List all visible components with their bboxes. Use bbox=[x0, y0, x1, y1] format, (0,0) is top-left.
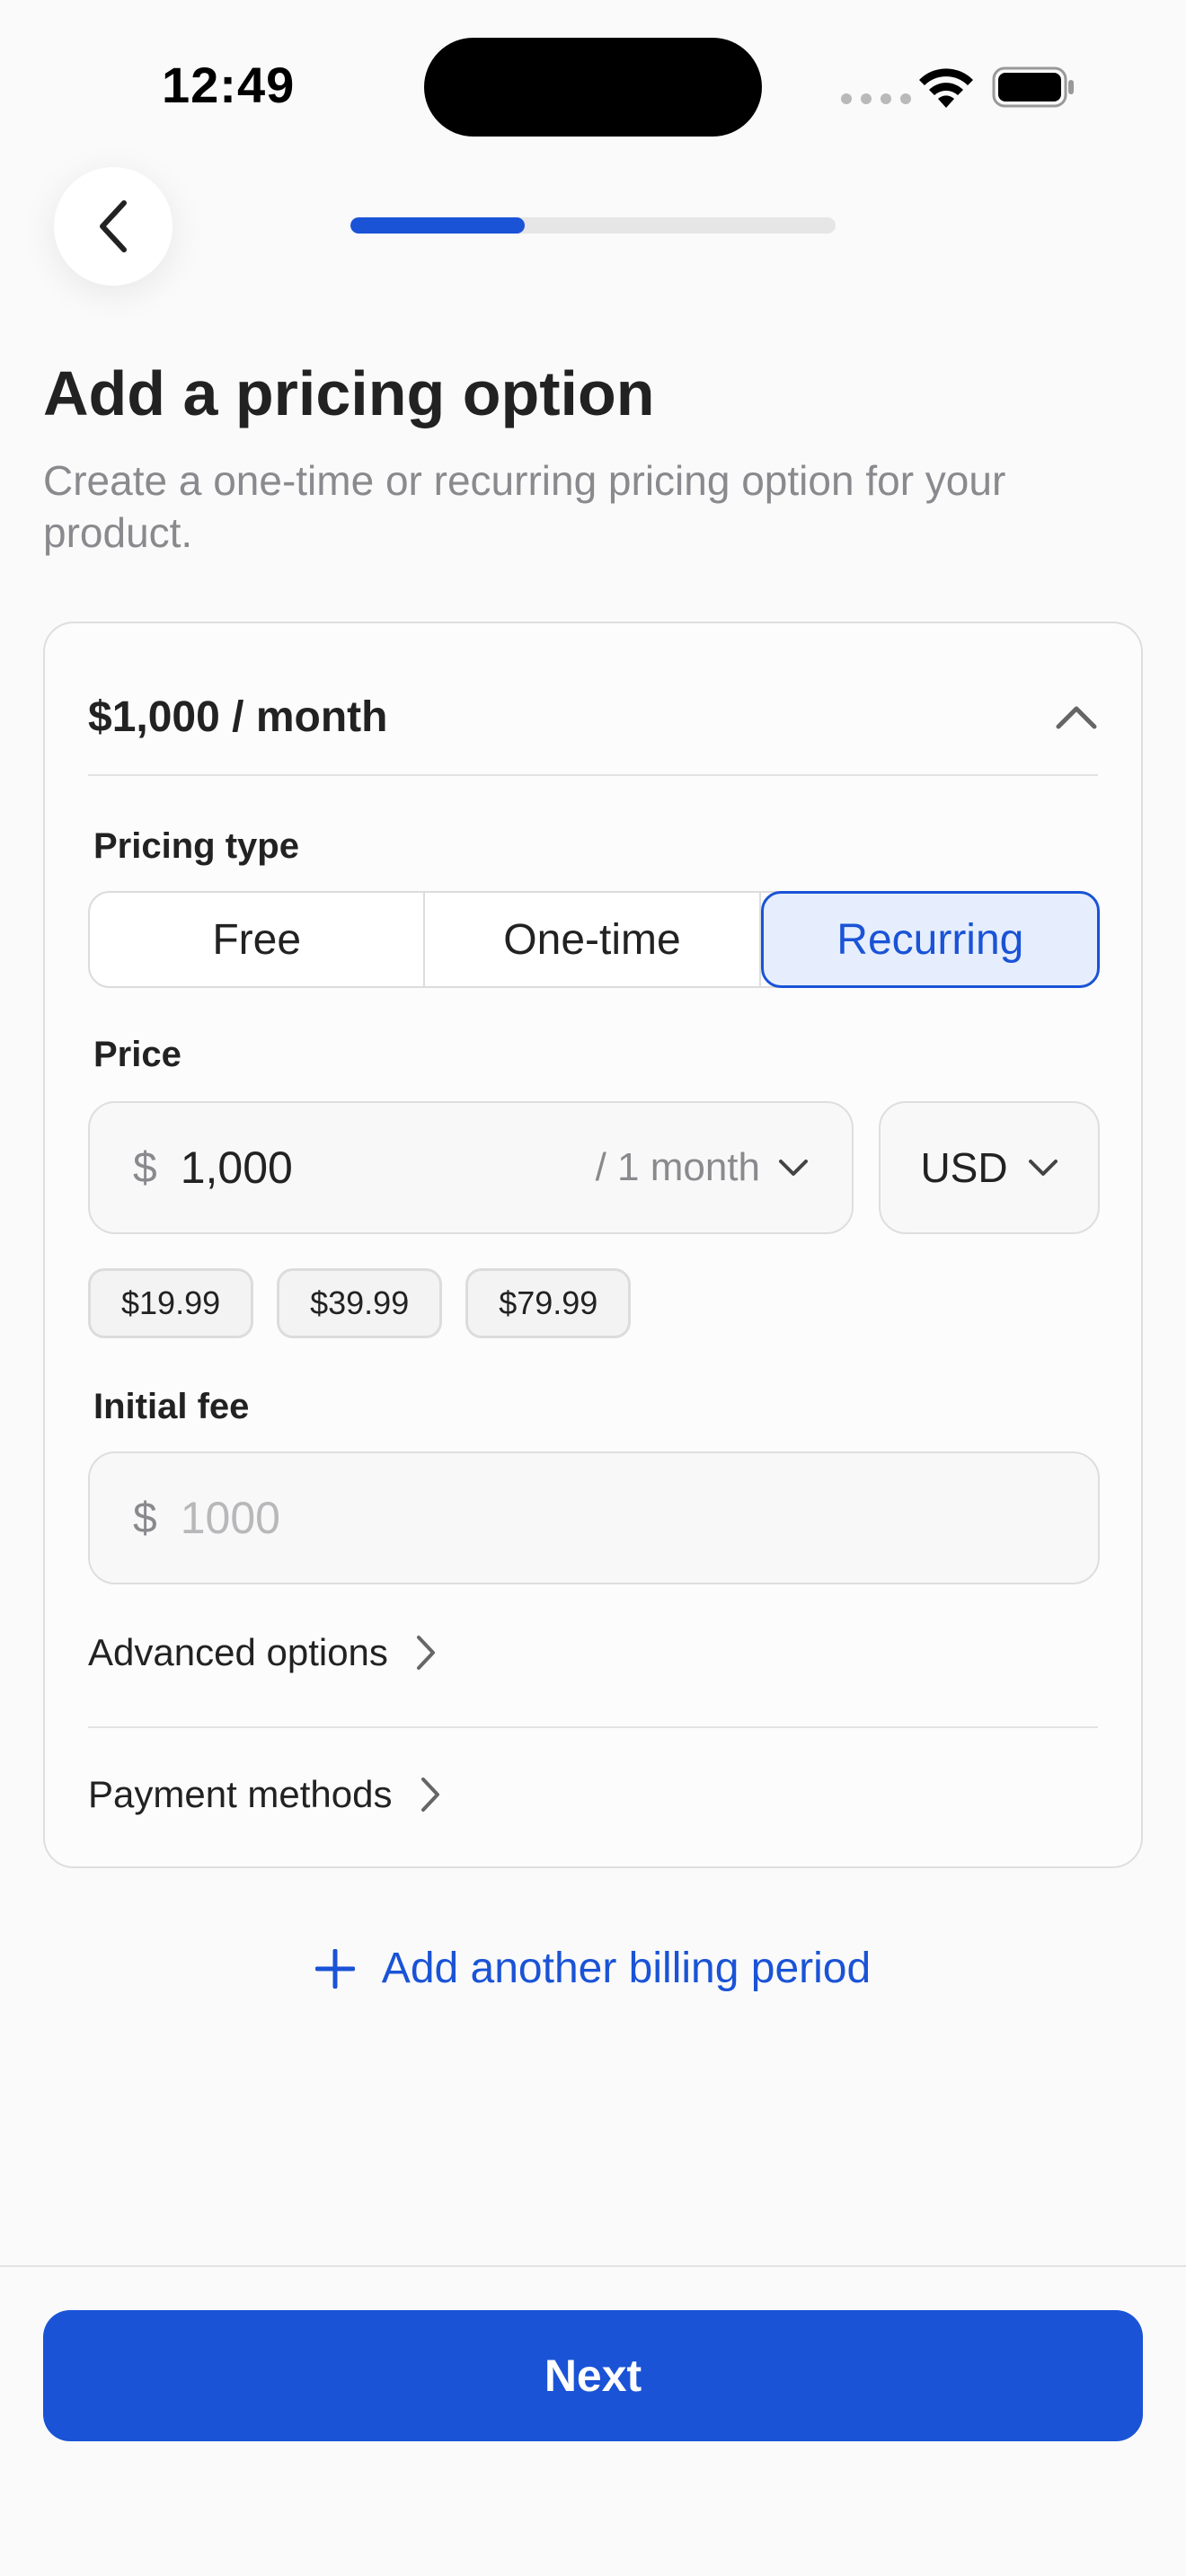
add-billing-period-label: Add another billing period bbox=[381, 1945, 872, 1992]
price-value: 1,000 bbox=[180, 1142, 293, 1193]
plus-icon bbox=[314, 1948, 355, 1989]
pricing-type-one-time[interactable]: One-time bbox=[425, 893, 761, 986]
price-suggestion-chip[interactable]: $19.99 bbox=[88, 1268, 254, 1338]
chevron-up-icon[interactable] bbox=[1055, 703, 1098, 730]
footer-divider bbox=[0, 2265, 1186, 2267]
chevron-down-icon bbox=[1028, 1160, 1058, 1176]
pricing-option-header[interactable]: $1,000 / month bbox=[88, 675, 1098, 758]
currency-symbol: $ bbox=[133, 1494, 157, 1542]
next-button[interactable]: Next bbox=[43, 2310, 1143, 2441]
chevron-left-icon bbox=[100, 200, 127, 252]
wifi-icon bbox=[919, 68, 973, 108]
currency-symbol: $ bbox=[133, 1143, 157, 1192]
billing-period-value: / 1 month bbox=[595, 1145, 760, 1189]
price-input[interactable]: $ 1,000 / 1 month bbox=[88, 1101, 854, 1234]
divider bbox=[88, 774, 1098, 776]
back-button[interactable] bbox=[54, 167, 173, 286]
pricing-type-recurring[interactable]: Recurring bbox=[760, 891, 1100, 988]
status-time: 12:49 bbox=[162, 57, 296, 113]
dynamic-island bbox=[424, 38, 762, 137]
initial-fee-placeholder: 1000 bbox=[180, 1493, 280, 1543]
chevron-down-icon bbox=[779, 1160, 808, 1176]
advanced-options-label: Advanced options bbox=[88, 1631, 388, 1673]
price-suggestion-chip[interactable]: $39.99 bbox=[277, 1268, 443, 1338]
initial-fee-input[interactable]: $ 1000 bbox=[88, 1451, 1100, 1584]
payment-methods-link[interactable]: Payment methods bbox=[88, 1773, 441, 1816]
add-billing-period-button[interactable]: Add another billing period bbox=[0, 1944, 1186, 1993]
step-progress-fill bbox=[350, 217, 526, 234]
divider bbox=[88, 1726, 1098, 1728]
battery-icon bbox=[992, 66, 1074, 108]
price-suggestions: $19.99 $39.99 $79.99 bbox=[88, 1268, 632, 1338]
price-label: Price bbox=[93, 1035, 181, 1074]
price-suggestion-chip[interactable]: $79.99 bbox=[465, 1268, 632, 1338]
pricing-option-title: $1,000 / month bbox=[88, 693, 388, 741]
billing-period-select[interactable]: / 1 month bbox=[596, 1145, 809, 1190]
page-title: Add a pricing option bbox=[43, 358, 655, 428]
step-progress-bar bbox=[350, 217, 836, 234]
chevron-right-icon bbox=[420, 1778, 439, 1812]
pricing-type-selector: Free One-time Recurring bbox=[88, 891, 1100, 988]
screen: 12:49 Add a pricing option Create a one-… bbox=[0, 0, 1186, 2576]
chevron-right-icon bbox=[416, 1636, 435, 1670]
currency-select[interactable]: USD bbox=[879, 1101, 1100, 1234]
page-subtitle: Create a one-time or recurring pricing o… bbox=[43, 457, 1006, 556]
cellular-signal-icon bbox=[841, 93, 911, 104]
payment-methods-label: Payment methods bbox=[88, 1773, 393, 1815]
pricing-option-card: $1,000 / month Pricing type Free One-tim… bbox=[43, 622, 1143, 1868]
initial-fee-label: Initial fee bbox=[93, 1387, 250, 1426]
pricing-type-label: Pricing type bbox=[93, 826, 299, 866]
advanced-options-link[interactable]: Advanced options bbox=[88, 1631, 437, 1674]
currency-value: USD bbox=[920, 1144, 1008, 1191]
pricing-type-free[interactable]: Free bbox=[90, 893, 426, 986]
